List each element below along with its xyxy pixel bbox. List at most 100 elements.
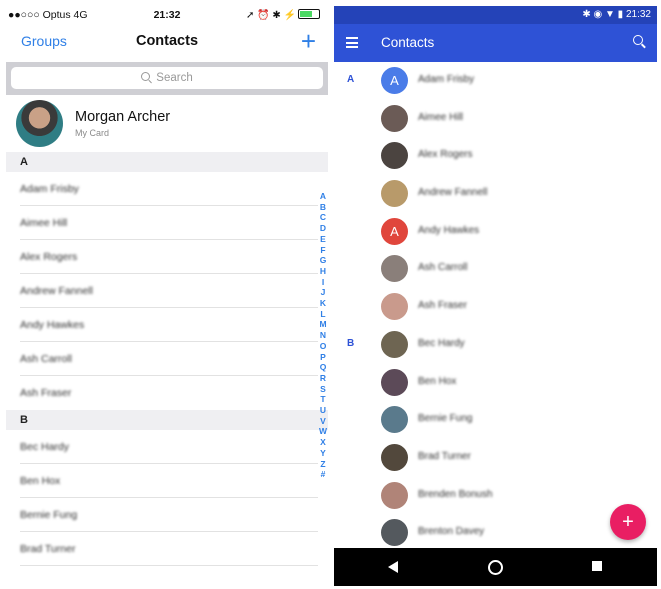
index-letter[interactable]: F (318, 245, 328, 256)
contact-name: Aimee Hill (418, 111, 464, 123)
index-letter[interactable]: B (318, 202, 328, 213)
list-item[interactable]: A A Adam Frisby (334, 62, 657, 100)
avatar (16, 100, 63, 147)
list-item[interactable]: Brad Turner (334, 439, 657, 477)
index-letter[interactable]: # (318, 469, 328, 480)
add-contact-button[interactable]: + (301, 26, 316, 57)
list-item[interactable]: Bernie Fung (6, 498, 328, 532)
list-item[interactable]: Ash Fraser (6, 376, 328, 410)
search-bar: Search (6, 62, 328, 95)
list-item[interactable]: Brenden Bonush (334, 477, 657, 515)
index-letter[interactable]: E (318, 234, 328, 245)
avatar (381, 104, 408, 132)
index-letter[interactable]: I (318, 277, 328, 288)
ios-contacts-screen: ●●○○○ Optus 4G 21:32 ➚ ⏰ ✱ ⚡ Groups Cont… (6, 6, 328, 586)
index-letter[interactable]: R (318, 373, 328, 384)
index-letter[interactable]: K (318, 298, 328, 309)
contact-name: Bec Hardy (20, 441, 70, 453)
search-input[interactable]: Search (11, 67, 323, 89)
section-header: A (6, 152, 328, 172)
list-item[interactable]: Ash Carroll (334, 250, 657, 288)
avatar (381, 443, 408, 471)
index-letter[interactable]: T (318, 394, 328, 405)
index-letter[interactable]: Q (318, 362, 328, 373)
list-item[interactable]: Alex Rogers (6, 240, 328, 274)
list-item[interactable]: Aimee Hill (334, 100, 657, 138)
search-icon (141, 72, 151, 81)
system-nav-bar (334, 548, 657, 586)
index-letter[interactable]: G (318, 255, 328, 266)
index-letter[interactable]: Z (318, 459, 328, 470)
list-item[interactable]: Bec Hardy (6, 430, 328, 464)
avatar (381, 293, 408, 321)
app-toolbar: Contacts (334, 24, 657, 62)
search-placeholder: Search (156, 72, 193, 84)
index-letter[interactable]: A (318, 191, 328, 202)
menu-icon[interactable] (346, 37, 358, 48)
search-icon[interactable] (633, 35, 643, 45)
list-item[interactable]: Aimee Hill (6, 206, 328, 240)
index-letter[interactable]: H (318, 266, 328, 277)
list-item[interactable]: Ash Fraser (334, 288, 657, 326)
ios-nav-bar: Groups Contacts + (6, 24, 328, 62)
avatar (381, 406, 408, 434)
index-letter[interactable]: L (318, 309, 328, 320)
list-item[interactable]: A Andy Hawkes (334, 213, 657, 251)
index-letter[interactable]: C (318, 212, 328, 223)
contact-name: Ash Carroll (418, 262, 468, 274)
list-item[interactable]: Ben Hox (6, 464, 328, 498)
contact-name: Bernie Fung (418, 413, 473, 425)
avatar: A (381, 217, 408, 245)
index-letter[interactable]: U (318, 405, 328, 416)
android-contacts-screen: ✱ ◉ ▼ ▮ 21:32 Contacts A A Adam Frisby Aime… (334, 6, 657, 586)
list-item[interactable]: Brenton Davey (334, 514, 657, 552)
ios-status-bar: ●●○○○ Optus 4G 21:32 ➚ ⏰ ✱ ⚡ (6, 6, 328, 24)
index-letter[interactable]: D (318, 223, 328, 234)
index-letter[interactable]: S (318, 384, 328, 395)
contact-name: Adam Frisby (20, 183, 79, 195)
contact-name: Andrew Fannell (20, 285, 93, 297)
back-icon[interactable] (388, 561, 398, 573)
my-card-subtitle: My Card (75, 128, 110, 138)
list-item[interactable]: Alex Rogers (334, 137, 657, 175)
avatar (381, 255, 408, 283)
list-item[interactable]: Adam Frisby (6, 172, 328, 206)
index-letter[interactable]: Y (318, 448, 328, 459)
index-letter[interactable]: X (318, 437, 328, 448)
contact-name: Brenden Bonush (418, 488, 493, 500)
contact-name: Bernie Fung (20, 509, 78, 521)
status-icons: ➚ ⏰ ✱ ⚡ (246, 9, 320, 21)
contact-name: Adam Frisby (418, 74, 475, 85)
contact-name: Andy Hawkes (418, 224, 480, 236)
contact-name: Ash Fraser (418, 300, 467, 312)
index-letter[interactable]: V (318, 416, 328, 427)
index-letter[interactable]: N (318, 330, 328, 341)
index-letter[interactable]: P (318, 352, 328, 363)
my-card[interactable]: Morgan Archer My Card (6, 95, 328, 152)
contact-name: Brad Turner (418, 450, 471, 462)
contact-list: A A Adam Frisby Aimee Hill Alex Rogers Andrew… (334, 62, 657, 547)
alphabet-index[interactable]: A B C D E F G H I J K L M N O P Q R S T U V W X Y Z # (318, 191, 328, 480)
list-item[interactable]: Brad Turner (6, 532, 328, 566)
index-letter[interactable]: J (318, 287, 328, 298)
list-item[interactable]: Ben Hox (334, 364, 657, 402)
contact-name: Brenton Davey (418, 526, 485, 538)
contact-name: Andy Hawkes (20, 319, 85, 331)
contact-name: Alex Rogers (20, 251, 78, 263)
contact-name: Ash Carroll (20, 353, 72, 365)
list-item[interactable]: Bernie Fung (334, 401, 657, 439)
page-title: Contacts (135, 33, 199, 49)
list-item[interactable]: Andrew Fannell (6, 274, 328, 308)
recents-icon[interactable] (592, 561, 602, 571)
list-item[interactable]: Andy Hawkes (6, 308, 328, 342)
list-item[interactable]: B Bec Hardy (334, 326, 657, 364)
list-item[interactable]: Ash Carroll (6, 342, 328, 376)
contact-name: Andrew Fannell (418, 187, 488, 199)
index-letter[interactable]: M (318, 319, 328, 330)
index-letter[interactable]: O (318, 341, 328, 352)
index-letter[interactable]: W (318, 426, 328, 437)
avatar (381, 330, 408, 358)
home-icon[interactable] (488, 560, 503, 575)
add-contact-fab[interactable]: + (610, 504, 646, 540)
list-item[interactable]: Andrew Fannell (334, 175, 657, 213)
